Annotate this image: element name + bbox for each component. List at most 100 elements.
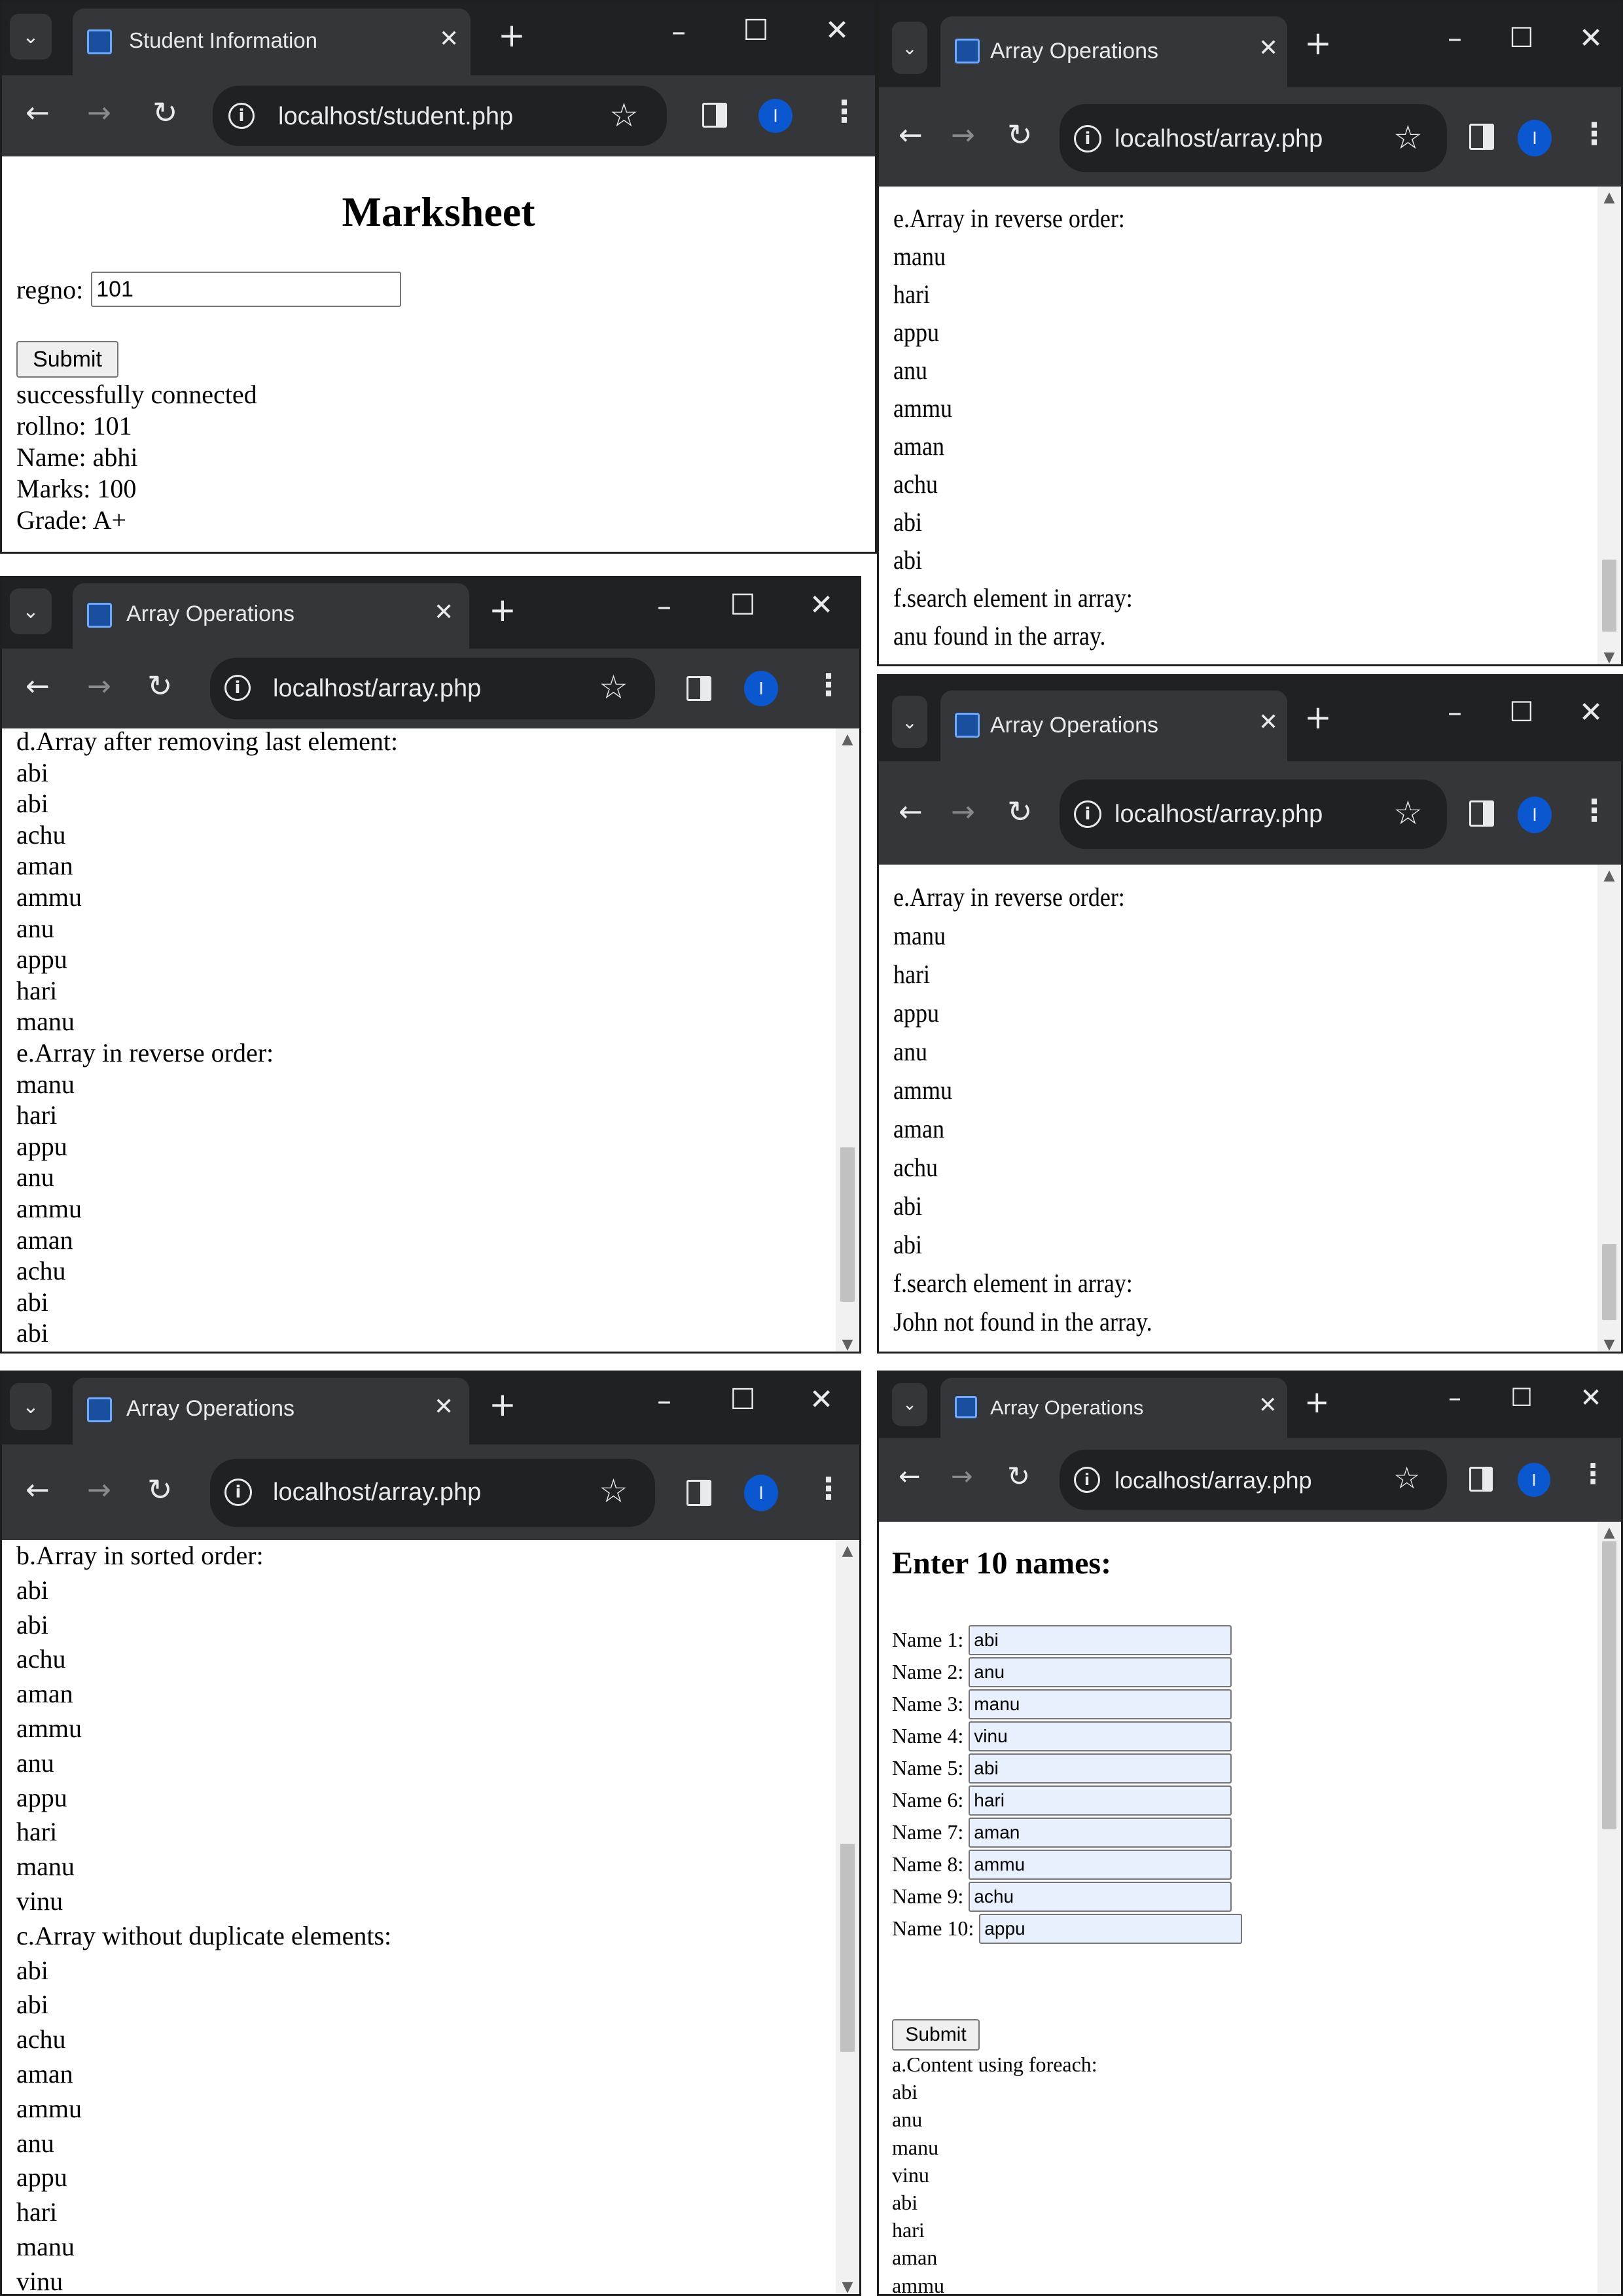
- scroll-down-icon[interactable]: ▼: [836, 1336, 859, 1352]
- back-arrow-icon[interactable]: ←: [899, 1462, 921, 1492]
- close-window-icon[interactable]: ✕: [1575, 696, 1607, 729]
- name-input-5[interactable]: [969, 1753, 1232, 1784]
- maximize-icon[interactable]: ☐: [1506, 22, 1537, 54]
- close-window-icon[interactable]: ✕: [806, 1383, 837, 1416]
- star-icon[interactable]: ☆: [1393, 794, 1423, 832]
- info-icon[interactable]: i: [1074, 1467, 1100, 1493]
- scroll-down-icon[interactable]: ▼: [836, 2279, 859, 2294]
- scroll-down-icon[interactable]: ▼: [1597, 649, 1621, 664]
- scroll-thumb[interactable]: [840, 1844, 855, 2052]
- minimize-icon[interactable]: –: [649, 590, 680, 623]
- avatar[interactable]: I: [744, 1475, 778, 1511]
- kebab-menu-icon[interactable]: ⋮: [829, 94, 859, 129]
- plus-icon[interactable]: +: [1304, 1384, 1330, 1420]
- maximize-icon[interactable]: ☐: [1506, 1383, 1537, 1412]
- scroll-thumb[interactable]: [1602, 1541, 1616, 1829]
- scroll-thumb[interactable]: [1602, 560, 1616, 632]
- side-panel-icon[interactable]: [1469, 124, 1494, 150]
- plus-icon[interactable]: +: [498, 16, 526, 54]
- scroll-thumb[interactable]: [840, 1147, 855, 1302]
- chevron-down-icon[interactable]: ⌄: [892, 696, 927, 748]
- forward-arrow-icon[interactable]: →: [951, 795, 975, 829]
- reload-icon[interactable]: ↻: [152, 95, 178, 130]
- url-text[interactable]: localhost/array.php: [1115, 800, 1323, 829]
- reload-icon[interactable]: ↻: [147, 668, 173, 704]
- back-arrow-icon[interactable]: ←: [899, 795, 923, 829]
- url-text[interactable]: localhost/student.php: [278, 103, 513, 131]
- side-panel-icon[interactable]: [687, 676, 711, 701]
- plus-icon[interactable]: +: [489, 1386, 516, 1424]
- back-arrow-icon[interactable]: ←: [26, 96, 50, 130]
- star-icon[interactable]: ☆: [609, 96, 639, 134]
- close-icon[interactable]: ✕: [1258, 709, 1278, 736]
- scroll-up-icon[interactable]: ▲: [1597, 189, 1621, 206]
- chevron-down-icon[interactable]: ⌄: [892, 22, 927, 74]
- regno-input[interactable]: [91, 272, 402, 307]
- minimize-icon[interactable]: –: [1439, 696, 1471, 729]
- scroll-up-icon[interactable]: ▲: [836, 1543, 859, 1559]
- close-window-icon[interactable]: ✕: [1575, 22, 1607, 55]
- submit-button[interactable]: Submit: [16, 341, 118, 378]
- plus-icon[interactable]: +: [489, 591, 516, 629]
- close-icon[interactable]: ✕: [434, 599, 454, 626]
- url-text[interactable]: localhost/array.php: [1115, 125, 1323, 153]
- scrollbar[interactable]: ▲ ▼: [836, 728, 859, 1352]
- tab-student-information[interactable]: Student Information ✕: [73, 9, 471, 75]
- scroll-down-icon[interactable]: ▼: [1597, 1336, 1621, 1352]
- info-icon[interactable]: i: [224, 1479, 252, 1506]
- forward-arrow-icon[interactable]: →: [951, 118, 975, 152]
- tab-array-operations[interactable]: Array Operations ✕: [940, 691, 1287, 761]
- close-window-icon[interactable]: ✕: [806, 588, 837, 622]
- star-icon[interactable]: ☆: [599, 668, 628, 706]
- side-panel-icon[interactable]: [1469, 1467, 1493, 1492]
- name-input-4[interactable]: [969, 1721, 1232, 1751]
- back-arrow-icon[interactable]: ←: [899, 118, 923, 152]
- avatar[interactable]: I: [758, 99, 793, 133]
- kebab-menu-icon[interactable]: ⋮: [1579, 116, 1609, 151]
- name-input-8[interactable]: [969, 1849, 1232, 1880]
- name-input-9[interactable]: [969, 1881, 1232, 1912]
- kebab-menu-icon[interactable]: ⋮: [1579, 1458, 1607, 1490]
- plus-icon[interactable]: +: [1304, 698, 1332, 736]
- info-icon[interactable]: i: [1074, 125, 1101, 152]
- tab-array-operations[interactable]: Array Operations ✕: [73, 583, 469, 649]
- minimize-icon[interactable]: –: [663, 15, 694, 48]
- address-bar[interactable]: i localhost/array.php ☆: [210, 658, 655, 719]
- scroll-thumb[interactable]: [1602, 1244, 1616, 1320]
- avatar[interactable]: I: [1518, 120, 1552, 156]
- address-bar[interactable]: i localhost/array.php ☆: [1060, 780, 1447, 849]
- avatar[interactable]: I: [1518, 1463, 1550, 1497]
- close-window-icon[interactable]: ✕: [821, 14, 853, 47]
- side-panel-icon[interactable]: [687, 1480, 711, 1506]
- chevron-down-icon[interactable]: ⌄: [10, 1383, 52, 1430]
- star-icon[interactable]: ☆: [1393, 118, 1423, 156]
- name-input-3[interactable]: [969, 1689, 1232, 1719]
- name-input-10[interactable]: [979, 1913, 1243, 1944]
- close-icon[interactable]: ✕: [1258, 35, 1278, 62]
- chevron-down-icon[interactable]: ⌄: [10, 14, 52, 60]
- address-bar[interactable]: i localhost/array.php ☆: [1060, 104, 1447, 172]
- forward-arrow-icon[interactable]: →: [951, 1462, 973, 1492]
- tab-array-operations[interactable]: Array Operations ✕: [940, 16, 1287, 87]
- minimize-icon[interactable]: –: [649, 1384, 680, 1418]
- kebab-menu-icon[interactable]: ⋮: [1579, 793, 1609, 828]
- back-arrow-icon[interactable]: ←: [26, 670, 50, 703]
- info-icon[interactable]: i: [224, 675, 251, 701]
- star-icon[interactable]: ☆: [599, 1472, 628, 1510]
- submit-button[interactable]: Submit: [892, 2019, 980, 2051]
- url-text[interactable]: localhost/array.php: [273, 1479, 481, 1507]
- info-icon[interactable]: i: [228, 103, 255, 129]
- scrollbar[interactable]: ▲ ▼: [836, 1540, 859, 2294]
- side-panel-icon[interactable]: [1469, 800, 1494, 827]
- maximize-icon[interactable]: ☐: [727, 588, 758, 622]
- address-bar[interactable]: i localhost/array.php ☆: [1060, 1450, 1447, 1510]
- avatar[interactable]: I: [744, 671, 778, 706]
- reload-icon[interactable]: ↻: [1007, 794, 1033, 829]
- url-text[interactable]: localhost/array.php: [1115, 1467, 1312, 1494]
- url-text[interactable]: localhost/array.php: [273, 675, 481, 703]
- reload-icon[interactable]: ↻: [147, 1472, 173, 1507]
- tab-array-operations[interactable]: Array Operations ✕: [940, 1378, 1287, 1438]
- minimize-icon[interactable]: –: [1439, 1383, 1471, 1413]
- scrollbar[interactable]: ▲: [1597, 1522, 1621, 2294]
- address-bar[interactable]: i localhost/array.php ☆: [210, 1459, 655, 1527]
